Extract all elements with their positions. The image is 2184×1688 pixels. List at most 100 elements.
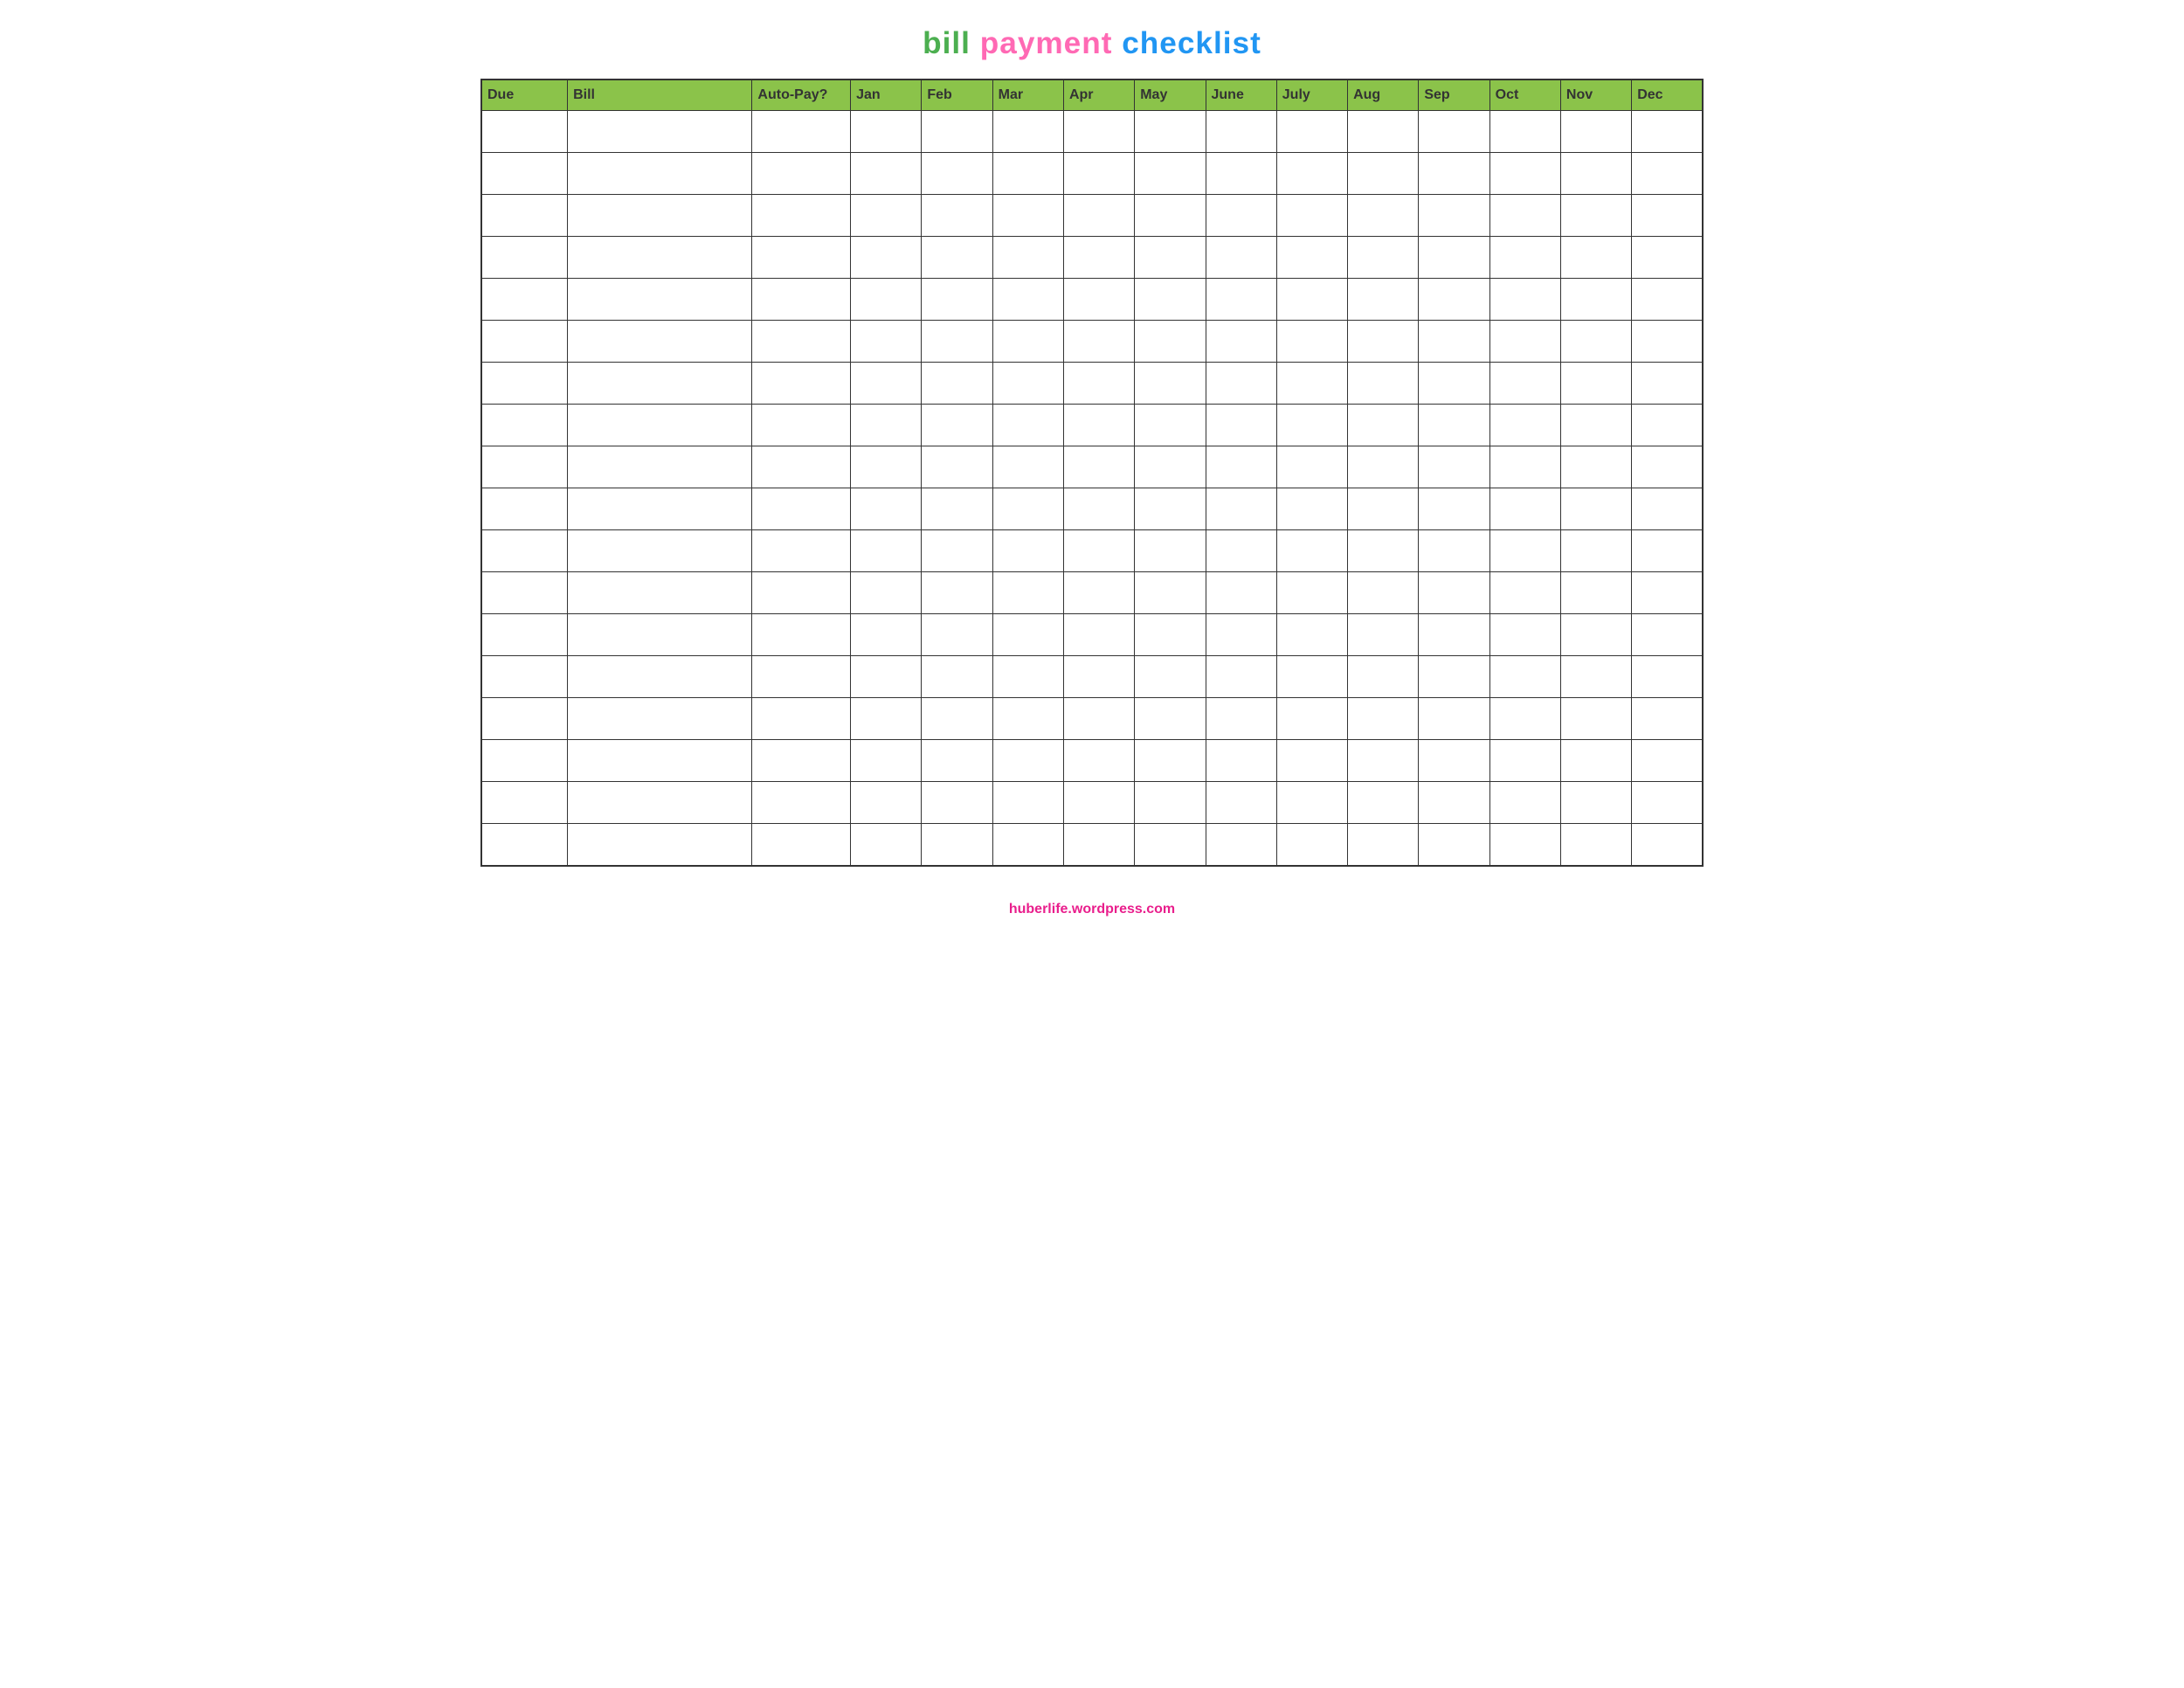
table-cell[interactable]: [992, 572, 1063, 614]
table-cell[interactable]: [1276, 446, 1347, 488]
table-cell[interactable]: [992, 488, 1063, 530]
table-cell[interactable]: [1560, 698, 1631, 740]
table-cell[interactable]: [568, 195, 752, 237]
table-cell[interactable]: [1419, 698, 1489, 740]
table-cell[interactable]: [1063, 740, 1134, 782]
table-cell[interactable]: [1206, 363, 1276, 405]
table-cell[interactable]: [1135, 488, 1206, 530]
table-cell[interactable]: [1206, 698, 1276, 740]
table-cell[interactable]: [1206, 572, 1276, 614]
table-cell[interactable]: [1560, 237, 1631, 279]
table-cell[interactable]: [851, 237, 922, 279]
table-cell[interactable]: [1206, 782, 1276, 824]
table-cell[interactable]: [1489, 195, 1560, 237]
table-cell[interactable]: [851, 405, 922, 446]
table-cell[interactable]: [1206, 153, 1276, 195]
table-cell[interactable]: [1348, 698, 1419, 740]
table-cell[interactable]: [568, 488, 752, 530]
table-cell[interactable]: [1419, 530, 1489, 572]
table-cell[interactable]: [1632, 488, 1703, 530]
table-cell[interactable]: [481, 698, 568, 740]
table-cell[interactable]: [752, 111, 851, 153]
table-cell[interactable]: [481, 656, 568, 698]
table-cell[interactable]: [1276, 530, 1347, 572]
table-cell[interactable]: [1489, 530, 1560, 572]
table-cell[interactable]: [1489, 237, 1560, 279]
table-cell[interactable]: [568, 237, 752, 279]
table-cell[interactable]: [1135, 153, 1206, 195]
table-cell[interactable]: [851, 363, 922, 405]
table-cell[interactable]: [1632, 446, 1703, 488]
table-cell[interactable]: [1489, 824, 1560, 866]
table-cell[interactable]: [1560, 195, 1631, 237]
table-cell[interactable]: [992, 740, 1063, 782]
table-cell[interactable]: [1206, 446, 1276, 488]
table-cell[interactable]: [1348, 363, 1419, 405]
table-cell[interactable]: [752, 279, 851, 321]
table-cell[interactable]: [1206, 824, 1276, 866]
table-cell[interactable]: [481, 488, 568, 530]
table-cell[interactable]: [1135, 530, 1206, 572]
table-cell[interactable]: [1276, 572, 1347, 614]
table-cell[interactable]: [1560, 111, 1631, 153]
table-cell[interactable]: [752, 530, 851, 572]
table-cell[interactable]: [1063, 153, 1134, 195]
table-cell[interactable]: [568, 656, 752, 698]
table-cell[interactable]: [992, 153, 1063, 195]
table-cell[interactable]: [1276, 237, 1347, 279]
table-cell[interactable]: [1348, 195, 1419, 237]
table-cell[interactable]: [1419, 656, 1489, 698]
table-cell[interactable]: [1135, 656, 1206, 698]
table-cell[interactable]: [1632, 237, 1703, 279]
table-cell[interactable]: [481, 237, 568, 279]
table-cell[interactable]: [481, 824, 568, 866]
table-cell[interactable]: [1419, 363, 1489, 405]
table-cell[interactable]: [1276, 656, 1347, 698]
table-cell[interactable]: [568, 824, 752, 866]
table-cell[interactable]: [922, 405, 992, 446]
table-cell[interactable]: [851, 446, 922, 488]
table-cell[interactable]: [1419, 195, 1489, 237]
table-cell[interactable]: [851, 614, 922, 656]
table-cell[interactable]: [568, 740, 752, 782]
table-cell[interactable]: [1135, 614, 1206, 656]
table-cell[interactable]: [568, 698, 752, 740]
table-cell[interactable]: [851, 195, 922, 237]
table-cell[interactable]: [568, 405, 752, 446]
table-cell[interactable]: [1276, 195, 1347, 237]
table-cell[interactable]: [1276, 740, 1347, 782]
table-cell[interactable]: [1560, 614, 1631, 656]
table-cell[interactable]: [1348, 530, 1419, 572]
table-cell[interactable]: [1560, 446, 1631, 488]
table-cell[interactable]: [1632, 321, 1703, 363]
table-cell[interactable]: [922, 782, 992, 824]
table-cell[interactable]: [1206, 111, 1276, 153]
table-cell[interactable]: [922, 656, 992, 698]
table-cell[interactable]: [992, 824, 1063, 866]
table-cell[interactable]: [1489, 446, 1560, 488]
table-cell[interactable]: [752, 446, 851, 488]
table-cell[interactable]: [1276, 782, 1347, 824]
table-cell[interactable]: [992, 195, 1063, 237]
table-cell[interactable]: [1560, 656, 1631, 698]
table-cell[interactable]: [752, 782, 851, 824]
table-cell[interactable]: [1348, 572, 1419, 614]
table-cell[interactable]: [1489, 656, 1560, 698]
table-cell[interactable]: [1560, 530, 1631, 572]
table-cell[interactable]: [1560, 363, 1631, 405]
table-cell[interactable]: [1632, 279, 1703, 321]
table-cell[interactable]: [1135, 740, 1206, 782]
table-cell[interactable]: [752, 237, 851, 279]
table-cell[interactable]: [851, 111, 922, 153]
table-cell[interactable]: [1632, 782, 1703, 824]
table-cell[interactable]: [1632, 363, 1703, 405]
table-cell[interactable]: [1560, 740, 1631, 782]
table-cell[interactable]: [1063, 279, 1134, 321]
table-cell[interactable]: [1206, 321, 1276, 363]
table-cell[interactable]: [568, 572, 752, 614]
table-cell[interactable]: [568, 321, 752, 363]
table-cell[interactable]: [1419, 740, 1489, 782]
table-cell[interactable]: [922, 446, 992, 488]
table-cell[interactable]: [922, 321, 992, 363]
table-cell[interactable]: [922, 572, 992, 614]
